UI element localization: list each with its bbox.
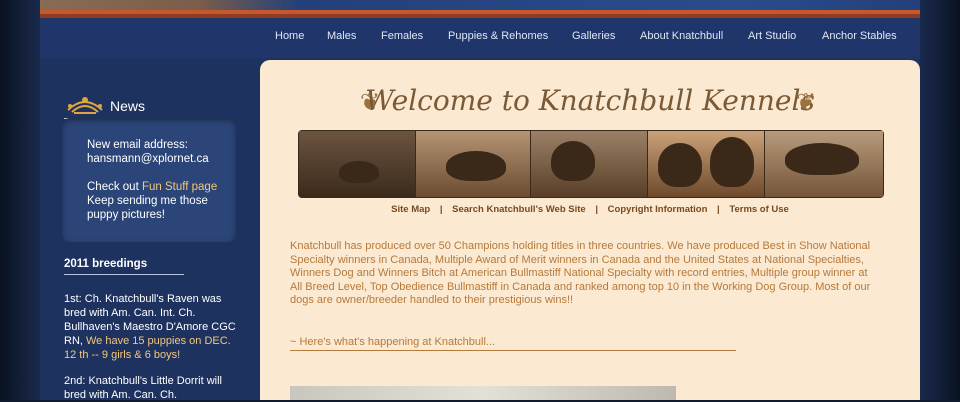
link-separator: | (717, 204, 720, 215)
nav-art-studio[interactable]: Art Studio (748, 30, 796, 42)
nav-galleries[interactable]: Galleries (572, 30, 615, 42)
copyright-link[interactable]: Copyright Information (608, 204, 708, 215)
breeding-1: 1st: Ch. Knatchbull's Raven was bred wit… (64, 293, 236, 361)
right-page-shadow (920, 0, 960, 400)
news-box: New email address: hansmann@xplornet.ca … (62, 118, 236, 242)
news-check-out: Check out Fun Stuff page (87, 181, 218, 193)
nav-puppies-rehomes[interactable]: Puppies & Rehomes (448, 30, 548, 42)
news-email-label: New email address: (87, 139, 188, 151)
photo-group (299, 131, 415, 197)
news-puppy-pictures: puppy pictures! (87, 209, 165, 221)
news-title: News (110, 98, 146, 114)
site-container: Home Males Females Puppies & Rehomes Gal… (40, 18, 920, 401)
intro-paragraph: Knatchbull has produced over 50 Champion… (290, 240, 871, 306)
nav-females[interactable]: Females (381, 30, 423, 42)
nav-anchor-stables[interactable]: Anchor Stables (822, 30, 897, 42)
main-content: ❦ Welcome to Knatchbull Kennels ❦ Site M… (260, 60, 920, 400)
search-site-link[interactable]: Search Knatchbull's Web Site (452, 204, 586, 215)
link-separator: | (595, 204, 599, 215)
link-separator: | (439, 204, 443, 215)
nav-males[interactable]: Males (327, 30, 356, 42)
main-nav: Home Males Females Puppies & Rehomes Gal… (40, 18, 920, 58)
news-keep-sending: Keep sending me those (87, 195, 208, 207)
news-email: hansmann@xplornet.ca (87, 153, 209, 165)
photo-banner (298, 130, 884, 198)
photo-dog-gaiting (765, 131, 883, 197)
fun-stuff-link[interactable]: Fun Stuff page (142, 181, 217, 193)
flourish-right-icon: ❦ (796, 88, 817, 116)
left-page-shadow (0, 0, 40, 400)
photo-dog-heads (648, 131, 764, 197)
happening-link[interactable]: ~ Here's what's happening at Knatchbull.… (290, 336, 736, 351)
nav-about[interactable]: About Knatchbull (640, 30, 723, 42)
header-banner (40, 0, 920, 10)
site-map-link[interactable]: Site Map (391, 204, 430, 215)
news-photo (290, 386, 676, 400)
breedings-heading: 2011 breedings (64, 258, 184, 275)
news-heading: News (64, 92, 184, 119)
photo-dog-standing (416, 131, 530, 197)
nav-home[interactable]: Home (275, 30, 304, 42)
breeding-2: 2nd: Knatchbull's Little Dorrit will bre… (64, 375, 223, 401)
sidebar: News New email address: hansmann@xplorne… (40, 58, 260, 401)
welcome-title: Welcome to Knatchbull Kennels (365, 84, 815, 117)
sub-links: Site Map | Search Knatchbull's Web Site … (260, 204, 920, 215)
photo-dog-lying (531, 131, 647, 197)
crest-icon (67, 97, 103, 114)
terms-link[interactable]: Terms of Use (729, 204, 788, 215)
